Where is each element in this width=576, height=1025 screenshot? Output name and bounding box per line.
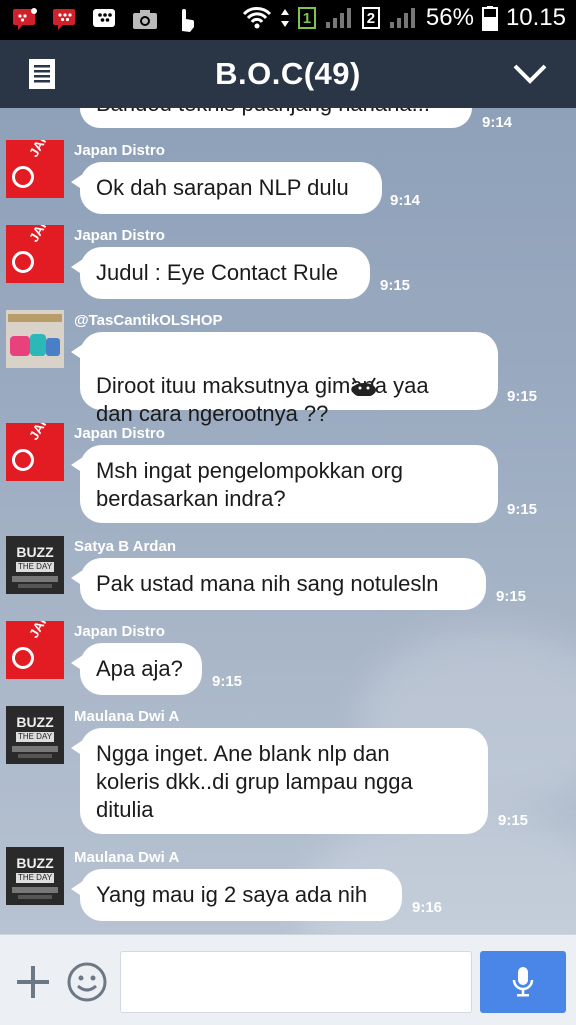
status-left-icons	[12, 6, 198, 32]
emoji-icon[interactable]	[66, 961, 108, 1003]
sim1-badge: 1	[297, 7, 316, 29]
sender-name: Japan Distro	[74, 227, 165, 244]
avatar-japan-distro[interactable]: JAPAN DISTRO	[6, 621, 64, 679]
bbm-notification-icon	[12, 6, 38, 32]
mic-button[interactable]	[480, 951, 566, 1013]
avatar-tascantik[interactable]	[6, 310, 64, 368]
avatar-maulana[interactable]: BUZZ THE DAY	[6, 706, 64, 764]
message-bubble[interactable]: Ok dah sarapan NLP dulu	[71, 162, 382, 214]
message-time: 9:15	[496, 588, 527, 605]
status-bar: 1 2 56% 10.15	[0, 0, 576, 40]
message-input-bar	[0, 934, 576, 1025]
message-time: 9:15	[380, 277, 411, 294]
message-time: 9:16	[412, 899, 443, 916]
microphone-icon	[512, 967, 534, 997]
sender-name: Maulana Dwi A	[74, 708, 180, 725]
chat-area[interactable]: Bandou teknis pdanjang hahaha... 9:14 JA…	[0, 108, 576, 934]
avatar-satya[interactable]: BUZZ THE DAY	[6, 536, 64, 594]
message-input[interactable]	[120, 951, 472, 1013]
touch-icon	[172, 6, 198, 32]
message-time: 9:14	[482, 114, 513, 131]
battery-icon	[481, 6, 498, 31]
status-right: 1 2 56% 10.15	[242, 4, 566, 32]
android-emoji-icon	[352, 377, 376, 396]
sender-name: Japan Distro	[74, 142, 165, 159]
message-bubble[interactable]: Yang mau ig 2 saya ada nih	[71, 869, 402, 921]
sim2-badge: 2	[361, 7, 380, 29]
signal-icon-1	[325, 8, 351, 28]
avatar-japan-distro[interactable]: JAPAN DISTRO	[6, 423, 64, 481]
message-text: Diroot ituu maksutnya gimana yaa dan car…	[96, 373, 429, 426]
sender-name: Japan Distro	[74, 623, 165, 640]
signal-icon-2	[389, 8, 415, 28]
message-bubble[interactable]: Msh ingat pengelompokkan org berdasarkan…	[71, 445, 498, 523]
sender-name: Japan Distro	[74, 425, 165, 442]
plus-icon[interactable]	[14, 963, 52, 1001]
chevron-down-icon[interactable]	[512, 62, 548, 86]
message-time: 9:15	[507, 388, 538, 405]
sender-name: Maulana Dwi A	[74, 849, 180, 866]
message-bubble[interactable]: Ngga inget. Ane blank nlp dan koleris dk…	[71, 728, 488, 834]
chat-title: B.O.C(49)	[215, 56, 361, 91]
sender-name: Satya B Ardan	[74, 538, 176, 555]
camera-icon	[132, 6, 158, 32]
avatar-japan-distro[interactable]: JAPAN DISTRO	[6, 225, 64, 283]
avatar-japan-distro[interactable]: JAPAN DISTRO	[6, 140, 64, 198]
message-bubble[interactable]: Bandou teknis pdanjang hahaha...	[80, 108, 472, 128]
message-time: 9:15	[498, 812, 529, 829]
chat-header: B.O.C(49)	[0, 40, 576, 108]
bbm-icon	[52, 6, 78, 32]
data-arrows-icon	[280, 9, 289, 27]
avatar-maulana[interactable]: BUZZ THE DAY	[6, 847, 64, 905]
message-time: 9:15	[507, 501, 538, 518]
message-bubble[interactable]: Pak ustad mana nih sang notulesln	[71, 558, 486, 610]
wifi-icon	[242, 7, 271, 29]
message-bubble[interactable]: Judul : Eye Contact Rule	[71, 247, 370, 299]
sender-name: @TasCantikOLSHOP	[74, 312, 223, 329]
clock: 10.15	[505, 4, 566, 31]
message-time: 9:15	[212, 673, 243, 690]
message-time: 9:14	[390, 192, 421, 209]
message-bubble[interactable]: Diroot ituu maksutnya gimana yaa dan car…	[71, 332, 498, 426]
blackberry-icon	[92, 6, 118, 32]
message-bubble[interactable]: Apa aja?	[71, 643, 202, 695]
battery-percent: 56%	[425, 4, 474, 31]
